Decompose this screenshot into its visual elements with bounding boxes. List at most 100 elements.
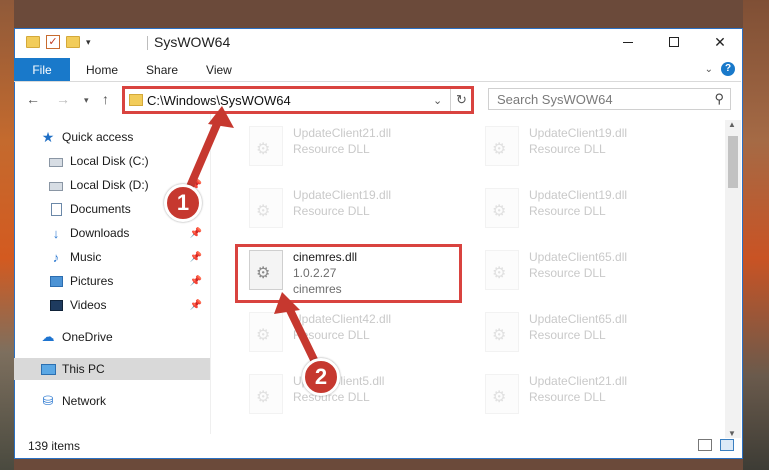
- dll-file-icon: ⚙: [485, 250, 519, 290]
- close-icon: ✕: [714, 33, 726, 50]
- tab-file[interactable]: File: [14, 58, 70, 81]
- sidebar-item-network[interactable]: ⛁ Network: [14, 390, 210, 412]
- pin-icon[interactable]: 📌: [190, 276, 202, 287]
- address-separator: [450, 89, 451, 111]
- up-arrow-icon[interactable]: ↑: [102, 91, 109, 107]
- sidebar-item-label: Pictures: [70, 274, 114, 288]
- close-button[interactable]: ✕: [697, 28, 743, 56]
- search-icon[interactable]: ⚲: [714, 91, 724, 107]
- vertical-scrollbar[interactable]: ▲ ▼: [725, 120, 741, 438]
- drive-icon: [48, 178, 64, 192]
- file-name: UpdateClient65.dll: [529, 250, 628, 264]
- file-item[interactable]: ⚙ UpdateClient21.dll Resource DLL: [481, 368, 703, 424]
- sidebar-item-label: This PC: [62, 362, 105, 376]
- file-description: Resource DLL: [529, 266, 606, 280]
- cloud-icon: ☁: [41, 329, 55, 344]
- folder-icon: [129, 94, 143, 106]
- drive-icon: [48, 154, 64, 168]
- file-item[interactable]: ⚙ UpdateClient65.dll Resource DLL: [481, 306, 703, 362]
- file-description: Resource DLL: [529, 328, 606, 342]
- quick-access-toolbar: ✓ ▾: [26, 35, 91, 49]
- background-left: [0, 0, 14, 470]
- window-title: SysWOW64: [154, 34, 231, 50]
- ribbon-tabs: File Home Share View ⌄ ?: [14, 58, 741, 82]
- file-name: UpdateClient19.dll: [529, 126, 628, 140]
- file-item[interactable]: ⚙ UpdateClient19.dll Resource DLL: [481, 182, 703, 238]
- highlight-box-cinemres: [235, 244, 462, 303]
- step-badge-1: 1: [164, 184, 202, 222]
- address-bar[interactable]: C:\Windows\SysWOW64 ⌄ ↻: [122, 86, 474, 114]
- expand-ribbon-chevron-icon[interactable]: ⌄: [705, 64, 713, 75]
- file-item[interactable]: ⚙ UpdateClient5.dllResource DLL: [245, 368, 467, 424]
- file-item[interactable]: ⚙ UpdateClient65.dll Resource DLL: [481, 244, 703, 300]
- dll-file-icon: ⚙: [485, 126, 519, 166]
- tab-share[interactable]: Share: [132, 58, 192, 81]
- customize-toolbar-chevron-icon[interactable]: ▾: [86, 37, 91, 48]
- sidebar-item-pictures[interactable]: Pictures 📌: [14, 270, 210, 292]
- star-icon: ★: [41, 128, 55, 145]
- sidebar-item-label: Videos: [70, 298, 107, 312]
- documents-icon: [48, 202, 64, 216]
- large-icons-view-icon[interactable]: [720, 439, 734, 451]
- back-arrow-icon[interactable]: ←: [26, 91, 40, 107]
- network-icon: ⛁: [42, 393, 54, 408]
- sidebar-item-downloads[interactable]: ↓ Downloads 📌: [14, 222, 210, 244]
- properties-icon[interactable]: ✓: [46, 35, 60, 49]
- new-folder-icon[interactable]: [66, 36, 80, 48]
- pin-icon[interactable]: 📌: [190, 228, 202, 239]
- file-name: UpdateClient65.dll: [529, 312, 628, 326]
- tab-home[interactable]: Home: [70, 58, 132, 81]
- file-name: UpdateClient42.dll: [293, 312, 392, 326]
- navigation-pane: ★ Quick access Local Disk (C:) Local Dis…: [14, 122, 210, 422]
- scroll-thumb[interactable]: [728, 136, 738, 188]
- search-input[interactable]: Search SysWOW64 ⚲: [488, 88, 731, 110]
- forward-arrow-icon[interactable]: →: [56, 91, 70, 107]
- folder-icon[interactable]: [26, 36, 40, 48]
- sidebar-item-label: Local Disk (D:): [70, 178, 149, 192]
- help-icon[interactable]: ?: [721, 62, 735, 76]
- dll-file-icon: ⚙: [485, 374, 519, 414]
- sidebar-item-music[interactable]: ♪ Music 📌: [14, 246, 210, 268]
- dll-file-icon: ⚙: [249, 188, 283, 228]
- file-item[interactable]: ⚙ UpdateClient42.dll Resource DLL: [245, 306, 467, 362]
- refresh-icon[interactable]: ↻: [456, 92, 467, 108]
- pin-icon[interactable]: 📌: [190, 300, 202, 311]
- sidebar-item-videos[interactable]: Videos 📌: [14, 294, 210, 316]
- sidebar-item-quick-access[interactable]: ★ Quick access: [14, 126, 210, 148]
- item-count: 139 items: [28, 439, 81, 453]
- search-placeholder: Search SysWOW64: [497, 92, 613, 107]
- navigation-bar: ← → ▾ ↑ C:\Windows\SysWOW64 ⌄ ↻ Search S…: [14, 86, 741, 114]
- file-description: Resource DLL: [293, 390, 370, 404]
- dll-file-icon: ⚙: [485, 188, 519, 228]
- file-name: UpdateClient19.dll: [293, 188, 392, 202]
- videos-icon: [48, 298, 64, 312]
- address-path[interactable]: C:\Windows\SysWOW64: [147, 93, 291, 108]
- file-item[interactable]: ⚙ UpdateClient19.dll Resource DLL: [481, 120, 703, 176]
- file-description: Resource DLL: [529, 142, 606, 156]
- recent-locations-chevron-icon[interactable]: ▾: [84, 95, 89, 106]
- maximize-icon: [669, 37, 679, 47]
- dll-file-icon: ⚙: [249, 126, 283, 166]
- file-item[interactable]: ⚙ UpdateClient19.dll Resource DLL: [245, 182, 467, 238]
- file-description: Resource DLL: [529, 204, 606, 218]
- file-description: Resource DLL: [293, 328, 370, 342]
- sidebar-item-label: Downloads: [70, 226, 130, 240]
- address-history-chevron-icon[interactable]: ⌄: [433, 94, 442, 107]
- title-separator: [147, 36, 148, 50]
- sidebar-item-label: Documents: [70, 202, 131, 216]
- scroll-up-icon[interactable]: ▲: [728, 120, 736, 129]
- sidebar-item-label: Local Disk (C:): [70, 154, 149, 168]
- pane-divider[interactable]: [210, 114, 211, 434]
- dll-file-icon: ⚙: [485, 312, 519, 352]
- tab-view[interactable]: View: [192, 58, 246, 81]
- minimize-button[interactable]: [605, 28, 651, 56]
- file-item[interactable]: ⚙ UpdateClient21.dll Resource DLL: [245, 120, 467, 176]
- sidebar-item-onedrive[interactable]: ☁ OneDrive: [14, 326, 210, 348]
- details-view-icon[interactable]: [698, 439, 712, 451]
- sidebar-item-local-disk-c[interactable]: Local Disk (C:): [14, 150, 210, 172]
- minimize-icon: [623, 41, 633, 43]
- sidebar-item-this-pc[interactable]: This PC: [14, 358, 210, 380]
- maximize-button[interactable]: [651, 28, 697, 56]
- pin-icon[interactable]: 📌: [190, 252, 202, 263]
- explorer-chrome: ✓ ▾ SysWOW64 ✕ File Home Share View ⌄ ? …: [14, 28, 743, 459]
